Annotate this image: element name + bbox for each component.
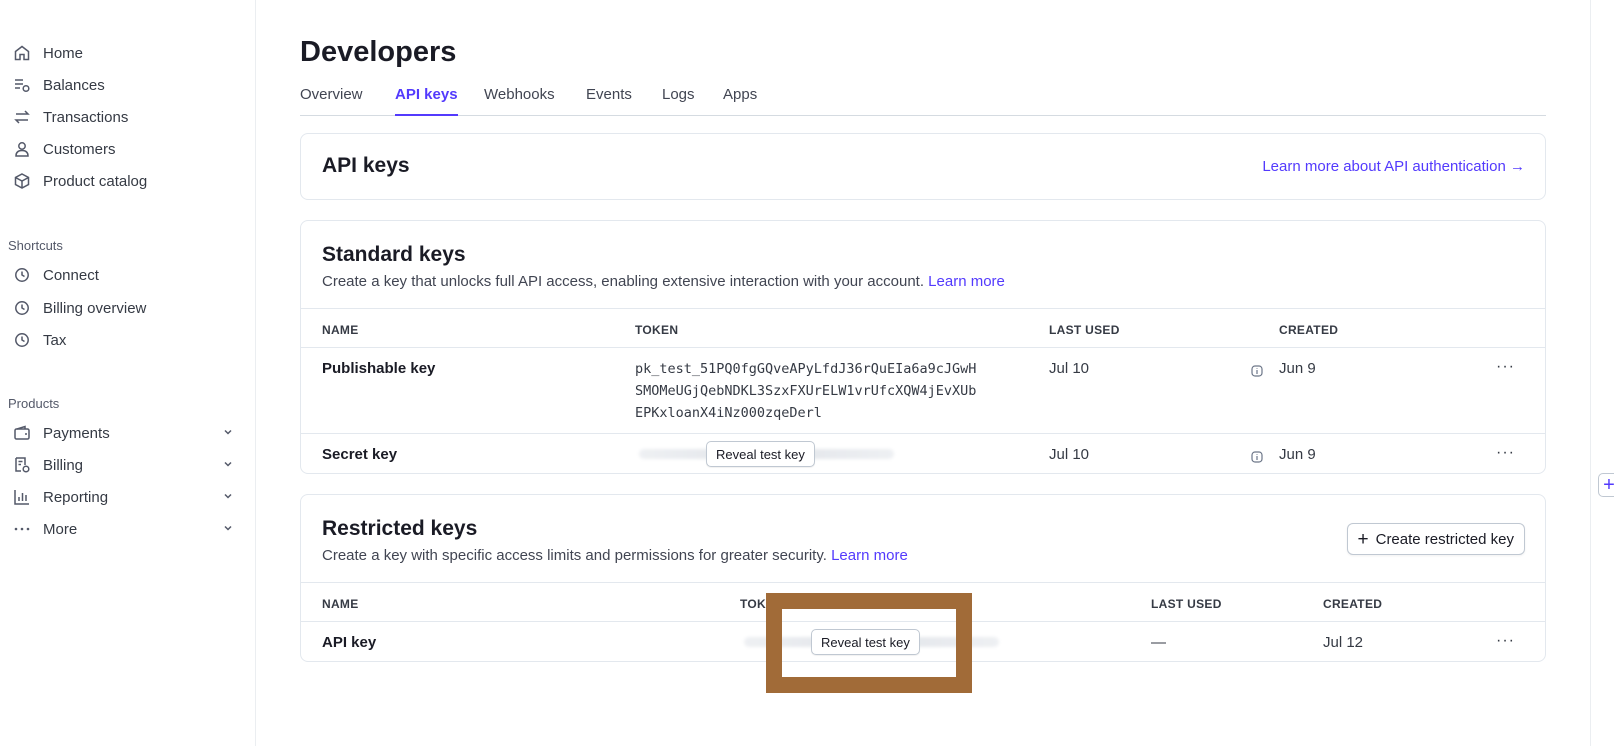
table-row-secret-key: Secret key Reveal test key Jul 10 Jun 9 … — [301, 434, 1545, 474]
key-name: Secret key — [322, 446, 398, 463]
token-line: pk_test_51PQ0fgGQveAPyLfdJ36rQuEIa6a9cJG… — [635, 361, 977, 377]
sidebar-item-reporting[interactable]: Reporting — [12, 483, 234, 511]
clock-icon — [12, 265, 32, 285]
token-line: EPKxloanX4iNz000zqeDerl — [635, 405, 822, 421]
box-icon — [12, 171, 32, 191]
plus-icon: + — [1357, 528, 1369, 550]
page-title: Developers — [300, 36, 457, 68]
wallet-icon — [12, 423, 32, 443]
column-header-name: NAME — [322, 597, 359, 611]
tab-overview[interactable]: Overview — [300, 86, 363, 103]
sidebar-item-product-catalog[interactable]: Product catalog — [12, 167, 234, 195]
sidebar-item-label: Customers — [43, 140, 116, 158]
sidebar-item-label: Balances — [43, 76, 105, 94]
standard-keys-table-header: NAME TOKEN LAST USED CREATED — [301, 308, 1545, 348]
sidebar-item-label: More — [43, 520, 78, 538]
restricted-keys-learn-more-link[interactable]: Learn more — [831, 547, 908, 564]
sidebar-item-label: Billing overview — [43, 299, 147, 317]
table-row-publishable-key: Publishable key pk_test_51PQ0fgGQveAPyLf… — [301, 348, 1545, 434]
sidebar-item-label: Reporting — [43, 488, 109, 506]
column-header-created: CREATED — [1323, 597, 1383, 611]
token-line: SMOMeUGjQebNDKL3SzxFXUrELW1vrUfcXQW4jEvX… — [635, 383, 977, 399]
sidebar-item-label: Connect — [43, 266, 99, 284]
sidebar-item-label: Product catalog — [43, 172, 148, 190]
standard-keys-description: Create a key that unlocks full API acces… — [322, 273, 1005, 290]
sidebar-item-label: Home — [43, 44, 84, 62]
sidebar-item-billing-overview[interactable]: Billing overview — [12, 294, 234, 322]
info-icon[interactable] — [1251, 450, 1263, 463]
sidebar: Home Balances Transactions Customers Pro… — [0, 0, 256, 746]
clock-icon — [12, 298, 32, 318]
sidebar-item-payments[interactable]: Payments — [12, 419, 234, 447]
api-keys-card: API keys Learn more about API authentica… — [300, 133, 1546, 200]
sidebar-item-customers[interactable]: Customers — [12, 135, 234, 163]
standard-keys-card: Standard keys Create a key that unlocks … — [300, 220, 1546, 474]
sidebar-item-billing[interactable]: Billing — [12, 451, 234, 479]
api-keys-card-title: API keys — [322, 154, 410, 177]
restricted-keys-description: Create a key with specific access limits… — [322, 547, 908, 564]
ellipsis-icon — [12, 519, 32, 539]
customer-icon — [12, 139, 32, 159]
tab-events[interactable]: Events — [586, 86, 632, 103]
created-value: Jun 9 — [1279, 360, 1316, 377]
restricted-keys-title: Restricted keys — [322, 517, 478, 540]
row-actions-button[interactable]: ··· — [1496, 358, 1515, 376]
tab-bar: Overview API keys Webhooks Events Logs A… — [300, 84, 1546, 116]
sidebar-item-connect[interactable]: Connect — [12, 261, 234, 289]
create-restricted-key-button[interactable]: + Create restricted key — [1346, 523, 1525, 555]
reveal-secret-key-button[interactable]: Reveal test key — [706, 441, 815, 467]
sidebar-item-label: Billing — [43, 456, 84, 474]
balances-icon — [12, 75, 32, 95]
sidebar-item-label: Payments — [43, 424, 110, 442]
tab-logs[interactable]: Logs — [662, 86, 695, 103]
sidebar-item-label: Tax — [43, 331, 67, 349]
row-actions-button[interactable]: ··· — [1496, 632, 1515, 650]
clock-icon — [12, 330, 32, 350]
column-header-last-used: LAST USED — [1049, 323, 1120, 337]
key-name: API key — [322, 634, 377, 651]
key-name: Publishable key — [322, 360, 436, 377]
standard-keys-title: Standard keys — [322, 243, 466, 266]
column-header-name: NAME — [322, 323, 359, 337]
last-used-value: Jul 10 — [1049, 360, 1090, 377]
last-used-value: Jul 10 — [1049, 446, 1090, 463]
products-section-label: Products — [8, 396, 60, 411]
receipt-icon — [12, 455, 32, 475]
created-value: Jun 9 — [1279, 446, 1316, 463]
sidebar-item-transactions[interactable]: Transactions — [12, 103, 234, 131]
shortcuts-section-label: Shortcuts — [8, 238, 63, 253]
transactions-icon — [12, 107, 32, 127]
created-value: Jul 12 — [1323, 634, 1364, 651]
tab-apps[interactable]: Apps — [723, 86, 757, 103]
tab-api-keys[interactable]: API keys — [395, 86, 458, 103]
active-tab-indicator — [395, 114, 458, 116]
home-icon — [12, 43, 32, 63]
publishable-key-token[interactable]: pk_test_51PQ0fgGQveAPyLfdJ36rQuEIa6a9cJG… — [635, 358, 976, 424]
tab-webhooks[interactable]: Webhooks — [484, 86, 555, 103]
column-header-last-used: LAST USED — [1151, 597, 1222, 611]
row-actions-button[interactable]: ··· — [1496, 444, 1515, 462]
info-icon[interactable] — [1251, 364, 1263, 377]
sidebar-item-more[interactable]: More — [12, 515, 234, 543]
create-restricted-key-label: Create restricted key — [1375, 530, 1514, 548]
sidebar-item-label: Transactions — [43, 108, 129, 126]
chevron-down-icon — [222, 425, 234, 442]
chevron-down-icon — [222, 521, 234, 538]
sidebar-item-balances[interactable]: Balances — [12, 71, 234, 99]
highlight-box — [766, 593, 972, 693]
chevron-down-icon — [222, 457, 234, 474]
standard-keys-learn-more-link[interactable]: Learn more — [928, 273, 1005, 290]
bar-chart-icon — [12, 487, 32, 507]
sidebar-item-tax[interactable]: Tax — [12, 326, 234, 354]
right-panel-border — [1590, 0, 1591, 746]
restricted-keys-description-text: Create a key with specific access limits… — [322, 547, 827, 564]
chevron-down-icon — [222, 489, 234, 506]
api-authentication-link[interactable]: Learn more about API authentication → — [1262, 158, 1525, 175]
last-used-value: — — [1151, 634, 1166, 651]
column-header-created: CREATED — [1279, 323, 1339, 337]
column-header-token: TOKEN — [635, 323, 679, 337]
sidebar-item-home[interactable]: Home — [12, 39, 234, 67]
plus-icon[interactable]: + — [1598, 473, 1614, 497]
standard-keys-description-text: Create a key that unlocks full API acces… — [322, 273, 924, 290]
